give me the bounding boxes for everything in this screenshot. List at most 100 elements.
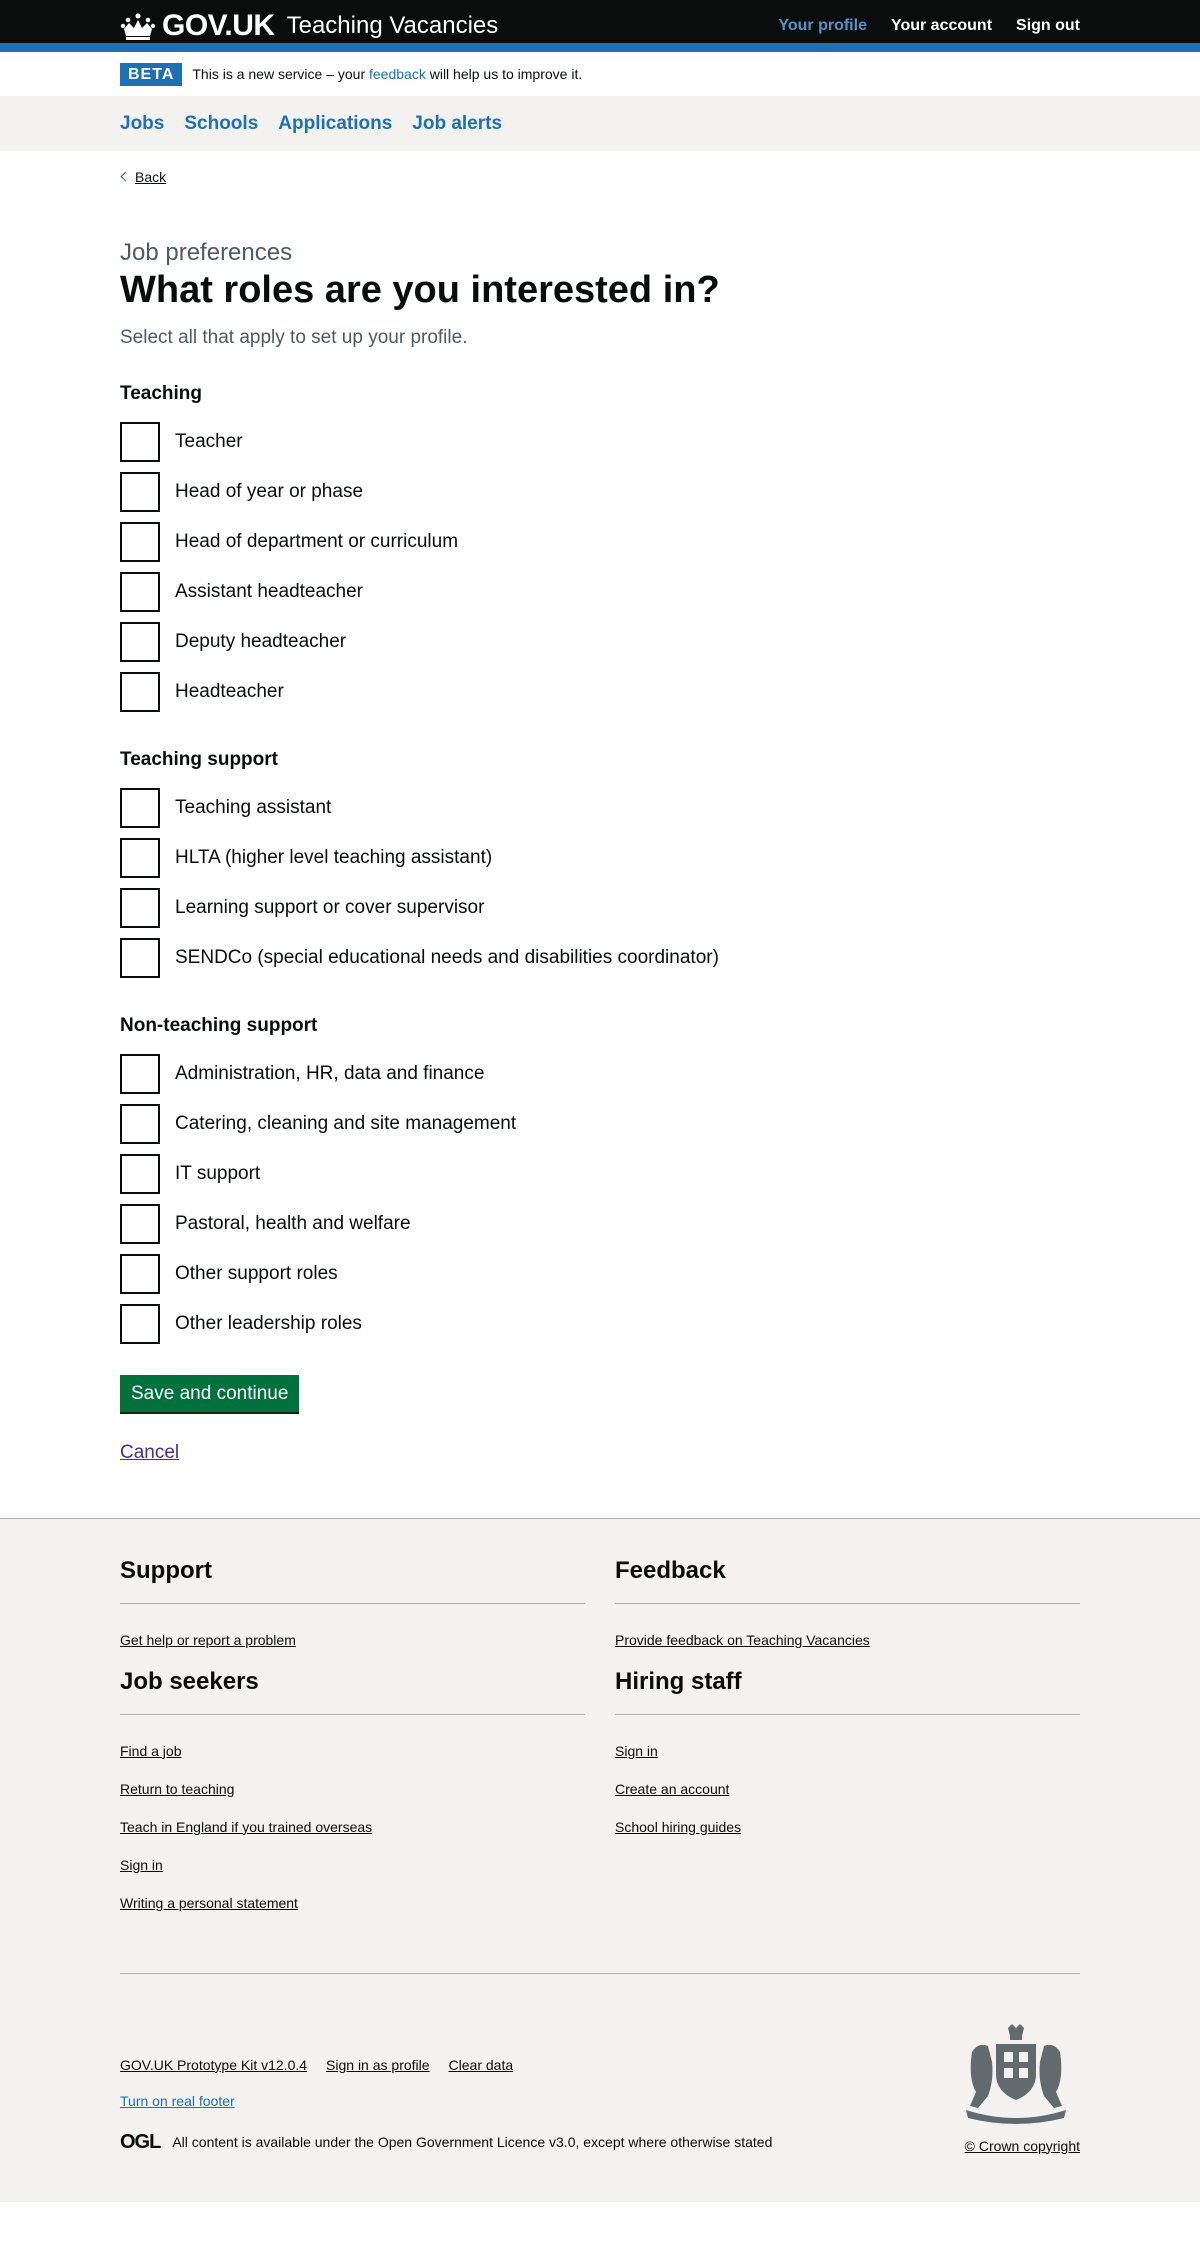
footer-link-sign-in-as-profile[interactable]: Sign in as profile [326,2057,430,2073]
nav-applications[interactable]: Applications [278,113,392,135]
group-title-teaching-support: Teaching support [120,748,278,770]
checkbox-label[interactable]: IT support [175,1163,260,1185]
footer-link-provide-feedback[interactable]: Provide feedback on Teaching Vacancies [615,1632,1080,1648]
footer-link-personal-statement[interactable]: Writing a personal statement [120,1895,585,1911]
checkbox-teacher[interactable]: Teacher [120,417,1080,467]
checkbox-administration[interactable]: Administration, HR, data and finance [120,1049,1080,1099]
checkbox-label[interactable]: Assistant headteacher [175,581,363,603]
checkbox-input[interactable] [120,521,160,562]
nav-schools[interactable]: Schools [184,113,258,135]
checkbox-it-support[interactable]: IT support [120,1149,1080,1199]
checkbox-other-support[interactable]: Other support roles [120,1249,1080,1299]
checkbox-label[interactable]: Teacher [175,431,243,453]
header-link-sign-out[interactable]: Sign out [1016,17,1080,35]
checkbox-teaching-assistant[interactable]: Teaching assistant [120,783,1080,833]
checkbox-input[interactable] [120,787,160,828]
nav-jobs[interactable]: Jobs [120,113,164,135]
ogl-logo-icon: OGL [120,2130,161,2153]
footer-link-prototype-kit[interactable]: GOV.UK Prototype Kit v12.0.4 [120,2057,307,2073]
checkbox-catering[interactable]: Catering, cleaning and site management [120,1099,1080,1149]
licence-statement: OGL All content is available under the O… [120,2131,772,2154]
footer-link-get-help[interactable]: Get help or report a problem [120,1632,585,1648]
footer-link-clear-data[interactable]: Clear data [449,2057,514,2073]
royal-coat-of-arms-icon [966,2023,1066,2124]
checkbox-input[interactable] [120,1253,160,1294]
checkbox-label[interactable]: Catering, cleaning and site management [175,1113,516,1135]
chevron-left-icon [120,171,131,182]
beta-tag: BETA [120,62,183,86]
nav-job-alerts[interactable]: Job alerts [412,113,502,135]
checkbox-label[interactable]: Administration, HR, data and finance [175,1063,484,1085]
turn-on-real-footer-link[interactable]: Turn on real footer [120,2093,235,2109]
logo-text: GOV.UK [162,9,275,42]
checkbox-label[interactable]: Head of year or phase [175,481,363,503]
header-link-your-account[interactable]: Your account [891,17,992,35]
checkbox-input[interactable] [120,887,160,928]
cancel-link[interactable]: Cancel [120,1442,1080,1464]
footer-meta: GOV.UK Prototype Kit v12.0.4 Sign in as … [120,1972,1080,2154]
footer-meta-right: © Crown copyright [952,2022,1080,2154]
footer-feedback: Feedback Provide feedback on Teaching Va… [615,1557,1080,1670]
checkbox-label[interactable]: Teaching assistant [175,797,331,819]
checkbox-label[interactable]: Other leadership roles [175,1313,362,1335]
checkbox-other-leadership[interactable]: Other leadership roles [120,1299,1080,1349]
checkbox-sendco[interactable]: SENDCo (special educational needs and di… [120,933,1080,983]
checkbox-input[interactable] [120,571,160,612]
checkbox-input[interactable] [120,671,160,712]
checkbox-deputy-headteacher[interactable]: Deputy headteacher [120,617,1080,667]
footer-link-hiring-guides[interactable]: School hiring guides [615,1819,1080,1835]
footer-link-create-account[interactable]: Create an account [615,1781,1080,1797]
footer-link-return-to-teaching[interactable]: Return to teaching [120,1781,585,1797]
back-link[interactable]: Back [120,169,166,185]
checkbox-label[interactable]: Head of department or curriculum [175,531,458,553]
site-header: GOV.UK Teaching Vacancies Your profile Y… [0,0,1200,52]
header-link-your-profile[interactable]: Your profile [778,17,867,35]
service-name[interactable]: Teaching Vacancies [287,12,499,40]
group-title-teaching: Teaching [120,382,202,404]
footer-heading-job-seekers: Job seekers [120,1668,585,1715]
beta-text-before: This is a new service – your [192,66,369,82]
checkbox-input[interactable] [120,1303,160,1344]
main-content: Back Job preferences What roles are you … [0,151,1200,1518]
checkbox-label[interactable]: HLTA (higher level teaching assistant) [175,847,492,869]
licence-after: , except where otherwise stated [575,2134,773,2151]
group-title-non-teaching-support: Non-teaching support [120,1014,318,1036]
footer-hiring-staff: Hiring staff Sign in Create an account S… [615,1668,1080,1933]
checkbox-input[interactable] [120,937,160,978]
feedback-link[interactable]: feedback [369,66,426,82]
checkbox-learning-support[interactable]: Learning support or cover supervisor [120,883,1080,933]
checkbox-input[interactable] [120,471,160,512]
footer-link-teach-in-england[interactable]: Teach in England if you trained overseas [120,1819,585,1835]
checkbox-input[interactable] [120,1153,160,1194]
checkbox-assistant-headteacher[interactable]: Assistant headteacher [120,567,1080,617]
checkbox-label[interactable]: Pastoral, health and welfare [175,1213,411,1235]
checkbox-head-of-department[interactable]: Head of department or curriculum [120,517,1080,567]
beta-text: This is a new service – your feedback wi… [192,66,582,82]
crown-icon [120,13,156,40]
checkbox-label[interactable]: Deputy headteacher [175,631,346,653]
checkbox-input[interactable] [120,421,160,462]
checkbox-label[interactable]: Learning support or cover supervisor [175,897,484,919]
footer-link-find-a-job[interactable]: Find a job [120,1743,585,1759]
checkbox-pastoral[interactable]: Pastoral, health and welfare [120,1199,1080,1249]
checkbox-label[interactable]: SENDCo (special educational needs and di… [175,947,719,969]
footer-heading-feedback: Feedback [615,1557,1080,1604]
checkbox-input[interactable] [120,1103,160,1144]
checkbox-head-of-year[interactable]: Head of year or phase [120,467,1080,517]
checkbox-input[interactable] [120,837,160,878]
checkbox-label[interactable]: Other support roles [175,1263,338,1285]
licence-link[interactable]: Open Government Licence v3.0 [378,2134,576,2150]
page-title: What roles are you interested in? [120,269,720,311]
footer-link-hiring-sign-in[interactable]: Sign in [615,1743,1080,1759]
checkbox-headteacher[interactable]: Headteacher [120,667,1080,717]
checkbox-hlta[interactable]: HLTA (higher level teaching assistant) [120,833,1080,883]
checkbox-input[interactable] [120,1203,160,1244]
checkbox-label[interactable]: Headteacher [175,681,284,703]
checkbox-input[interactable] [120,1053,160,1094]
save-and-continue-button[interactable]: Save and continue [120,1374,300,1412]
footer-link-job-seeker-sign-in[interactable]: Sign in [120,1857,585,1873]
site-footer: Support Get help or report a problem Fee… [0,1517,1200,2202]
crown-copyright-link[interactable]: © Crown copyright [965,2138,1080,2154]
govuk-logo[interactable]: GOV.UK [120,9,275,43]
checkbox-input[interactable] [120,621,160,662]
